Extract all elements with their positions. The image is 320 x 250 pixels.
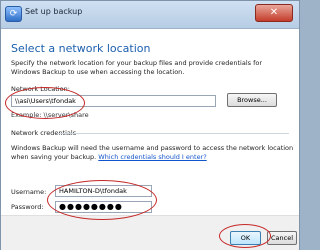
page-heading: Select a network location (11, 42, 151, 55)
credentials-help-link[interactable]: Which credentials should I enter? (98, 153, 206, 161)
dialog-content: Select a network location Specify the ne… (1, 29, 299, 214)
setup-backup-dialog: ⟳ Set up backup ✕ Select a network locat… (0, 0, 300, 250)
username-input[interactable]: HAMILTON-D\tfondak (55, 185, 152, 197)
title-bar: ⟳ Set up backup ✕ (1, 1, 299, 29)
section-divider (57, 133, 289, 134)
backup-icon: ⟳ (5, 6, 22, 22)
cancel-button[interactable]: Cancel (267, 231, 297, 245)
browse-button[interactable]: Browse... (227, 93, 277, 107)
page-description: Specify the network location for your ba… (11, 59, 263, 76)
window-title: Set up backup (25, 7, 83, 16)
password-input[interactable]: ●●●●●●●● (55, 201, 152, 213)
network-location-label: Network Location: (11, 85, 70, 93)
password-label: Password: (11, 203, 44, 211)
username-label: Username: (11, 188, 47, 196)
close-button[interactable]: ✕ (255, 4, 293, 22)
network-location-input[interactable]: \\asi\Users\tfondak (11, 95, 216, 107)
credentials-description: Windows Backup will need the username an… (11, 144, 296, 162)
network-location-example: Example: \\server\share (11, 111, 89, 119)
ok-button[interactable]: OK (230, 231, 261, 245)
close-icon: ✕ (269, 7, 279, 18)
dialog-footer: OK Cancel (1, 215, 299, 250)
